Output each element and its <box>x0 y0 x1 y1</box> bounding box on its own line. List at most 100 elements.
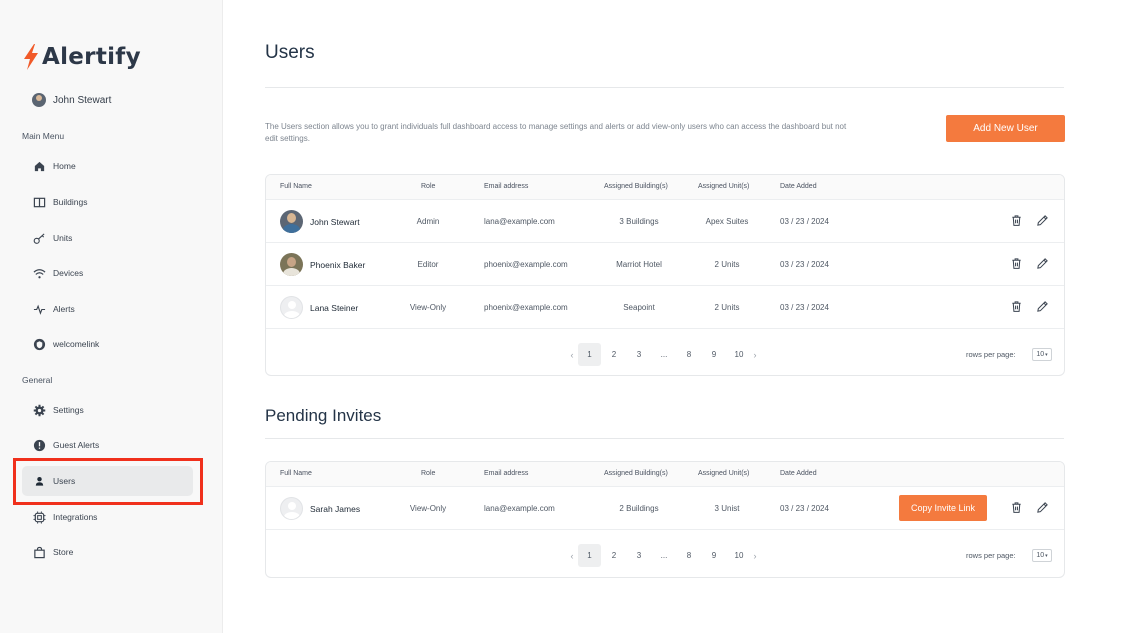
lightning-bolt-icon <box>24 44 38 70</box>
trash-icon[interactable] <box>1010 214 1024 228</box>
page-button[interactable]: 8 <box>682 343 696 366</box>
page-button[interactable]: 9 <box>707 544 721 567</box>
sidebar: Alertify John Stewart Main Menu Home Bui… <box>0 0 223 633</box>
sidebar-item-units[interactable]: Units <box>22 223 193 253</box>
column-header: Full Name <box>280 470 312 477</box>
user-name: Lana Steiner <box>310 303 359 313</box>
sidebar-item-devices[interactable]: Devices <box>22 258 193 288</box>
page-button[interactable]: 1 <box>578 544 601 567</box>
page-button[interactable]: 10 <box>729 343 749 366</box>
next-page-button[interactable]: › <box>750 544 760 567</box>
avatar <box>32 93 46 107</box>
trash-icon[interactable] <box>1010 300 1024 314</box>
sidebar-item-store[interactable]: Store <box>22 537 193 567</box>
user-date-added: 03 / 23 / 2024 <box>780 260 829 269</box>
rows-per-page-value: 10 <box>1036 351 1045 358</box>
user-buildings: 3 Buildings <box>619 217 659 226</box>
column-header: Assigned Unit(s) <box>698 183 750 190</box>
column-header: Date Added <box>780 470 817 477</box>
trash-icon[interactable] <box>1010 257 1024 271</box>
next-page-button[interactable]: › <box>750 343 760 366</box>
sidebar-item-label: Settings <box>53 405 84 415</box>
user-role: Admin <box>416 217 440 226</box>
rows-per-page-select[interactable]: 10 ▾ <box>1032 348 1052 361</box>
gear-icon <box>32 403 46 417</box>
user-buildings: Seapoint <box>623 303 655 312</box>
user-role: View-Only <box>409 504 447 513</box>
table-row[interactable]: Sarah James View-Only lana@example.com 2… <box>266 487 1064 530</box>
table-header: Full Name Role Email address Assigned Bu… <box>266 175 1064 200</box>
column-header: Email address <box>484 183 529 190</box>
sidebar-item-label: Guest Alerts <box>53 440 100 450</box>
pencil-icon[interactable] <box>1036 214 1050 228</box>
shopping-bag-icon <box>32 545 46 559</box>
logo[interactable]: Alertify <box>21 42 141 72</box>
main-menu-label: Main Menu <box>22 131 65 141</box>
page-button[interactable]: 9 <box>707 343 721 366</box>
table-row[interactable]: Phoenix Baker Editor phoenix@example.com… <box>266 243 1064 286</box>
user-role: View-Only <box>409 303 447 312</box>
user-role: Editor <box>417 260 439 269</box>
book-icon <box>32 195 46 209</box>
page-description: The Users section allows you to grant in… <box>265 122 847 143</box>
pending-invites-title: Pending Invites <box>265 406 382 425</box>
pagination: ‹ 1 2 3 ... 8 9 10 › rows per page: 10 ▾ <box>266 530 1064 576</box>
copy-invite-link-button[interactable]: Copy Invite Link <box>899 495 987 521</box>
column-header: Role <box>421 470 436 477</box>
sidebar-item-guest-alerts[interactable]: Guest Alerts <box>22 430 193 460</box>
user-buildings: 2 Buildings <box>619 504 659 513</box>
page-button[interactable]: 3 <box>632 544 646 567</box>
column-header: Date Added <box>780 183 817 190</box>
user-units: 2 Units <box>714 303 740 312</box>
table-row[interactable]: Lana Steiner View-Only phoenix@example.c… <box>266 286 1064 329</box>
page-title: Users <box>265 42 315 63</box>
user-email: phoenix@example.com <box>484 260 568 269</box>
sidebar-item-label: welcomelink <box>53 339 100 349</box>
key-icon <box>32 231 46 245</box>
app-name: Alertify <box>42 44 141 70</box>
pencil-icon[interactable] <box>1036 501 1050 515</box>
pencil-icon[interactable] <box>1036 257 1050 271</box>
page-button[interactable]: 3 <box>632 343 646 366</box>
pulse-icon <box>32 302 46 316</box>
sidebar-item-buildings[interactable]: Buildings <box>22 187 193 217</box>
page-button[interactable]: 2 <box>607 343 621 366</box>
page-button[interactable]: 2 <box>607 544 621 567</box>
avatar <box>280 296 303 319</box>
user-email: lana@example.com <box>484 217 555 226</box>
column-header: Email address <box>484 470 529 477</box>
rows-per-page-select[interactable]: 10 ▾ <box>1032 549 1052 562</box>
page-button[interactable]: 8 <box>682 544 696 567</box>
user-buildings: Marriot Hotel <box>616 260 662 269</box>
current-user-name: John Stewart <box>53 94 112 106</box>
user-name: Sarah James <box>310 504 361 514</box>
sidebar-item-label: Store <box>53 547 74 557</box>
avatar <box>280 210 303 233</box>
sidebar-item-settings[interactable]: Settings <box>22 395 193 425</box>
sidebar-item-label: Integrations <box>53 512 98 522</box>
sidebar-item-alerts[interactable]: Alerts <box>22 294 193 324</box>
rows-per-page-label: rows per page: <box>966 350 1016 359</box>
pencil-icon[interactable] <box>1036 300 1050 314</box>
column-header: Role <box>421 183 436 190</box>
sidebar-item-label: Alerts <box>53 304 75 314</box>
home-icon <box>32 159 46 173</box>
table-row[interactable]: John Stewart Admin lana@example.com 3 Bu… <box>266 200 1064 243</box>
sidebar-item-home[interactable]: Home <box>22 151 193 181</box>
sidebar-item-label: Buildings <box>53 197 88 207</box>
column-header: Full Name <box>280 183 312 190</box>
wifi-icon <box>32 266 46 280</box>
chevron-down-icon: ▾ <box>1045 552 1048 559</box>
trash-icon[interactable] <box>1010 501 1024 515</box>
sidebar-item-integrations[interactable]: Integrations <box>22 502 193 532</box>
page-button[interactable]: 10 <box>729 544 749 567</box>
user-name: John Stewart <box>310 217 360 227</box>
prev-page-button[interactable]: ‹ <box>567 343 577 366</box>
avatar <box>280 253 303 276</box>
current-user[interactable]: John Stewart <box>32 92 111 108</box>
add-new-user-button[interactable]: Add New User <box>946 115 1065 142</box>
sidebar-item-welcomelink[interactable]: welcomelink <box>22 329 193 359</box>
rows-per-page-label: rows per page: <box>966 551 1016 560</box>
page-button[interactable]: 1 <box>578 343 601 366</box>
prev-page-button[interactable]: ‹ <box>567 544 577 567</box>
